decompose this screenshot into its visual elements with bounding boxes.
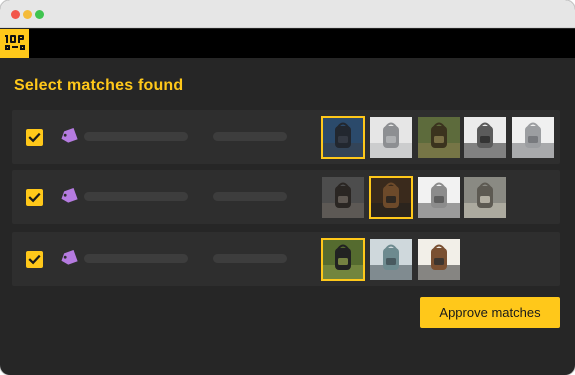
match-thumbnail[interactable]: [464, 117, 506, 158]
match-row: [12, 110, 560, 164]
app-window: Select matches found Approve matches: [0, 0, 575, 375]
match-thumbnail[interactable]: [321, 238, 365, 281]
match-thumbnail[interactable]: [512, 117, 554, 158]
match-thumbnail[interactable]: [370, 239, 412, 280]
tag-icon: [60, 249, 78, 266]
page-title: Select matches found: [14, 77, 184, 94]
product-name-placeholder: [84, 132, 188, 141]
backpack-photo: [322, 117, 364, 158]
minimize-window-button[interactable]: [23, 10, 32, 19]
close-window-button[interactable]: [11, 10, 20, 19]
checkmark-icon: [28, 192, 41, 203]
product-name-placeholder: [84, 192, 188, 201]
match-thumbnail[interactable]: [322, 177, 364, 218]
match-thumbnail[interactable]: [418, 117, 460, 158]
maximize-window-button[interactable]: [35, 10, 44, 19]
product-detail-placeholder: [213, 132, 287, 141]
backpack-photo: [370, 177, 412, 218]
brand-logo-icon: [5, 35, 25, 50]
backpack-photo: [464, 177, 506, 218]
row-checkbox[interactable]: [26, 251, 43, 268]
approve-matches-button[interactable]: Approve matches: [420, 297, 560, 328]
checkmark-icon: [28, 254, 41, 265]
match-thumbnail[interactable]: [464, 177, 506, 218]
product-detail-placeholder: [213, 192, 287, 201]
backpack-photo: [418, 177, 460, 218]
backpack-photo: [512, 117, 554, 158]
row-checkbox[interactable]: [26, 129, 43, 146]
backpack-photo: [464, 117, 506, 158]
backpack-photo: [418, 239, 460, 280]
backpack-photo: [322, 239, 364, 280]
checkmark-icon: [28, 132, 41, 143]
match-row: [12, 170, 560, 224]
row-checkbox[interactable]: [26, 189, 43, 206]
tag-icon: [60, 187, 78, 204]
tag-icon: [60, 127, 78, 144]
match-thumbnail[interactable]: [418, 239, 460, 280]
match-thumbnail[interactable]: [369, 176, 413, 219]
product-detail-placeholder: [213, 254, 287, 263]
match-thumbnail[interactable]: [370, 117, 412, 158]
match-thumbnail[interactable]: [418, 177, 460, 218]
backpack-photo: [322, 177, 364, 218]
backpack-photo: [418, 117, 460, 158]
app-header: [0, 29, 575, 58]
window-titlebar: [0, 0, 575, 28]
backpack-photo: [370, 117, 412, 158]
match-thumbnail[interactable]: [321, 116, 365, 159]
backpack-photo: [370, 239, 412, 280]
brand-logo[interactable]: [0, 29, 29, 58]
product-name-placeholder: [84, 254, 188, 263]
match-row: [12, 232, 560, 286]
